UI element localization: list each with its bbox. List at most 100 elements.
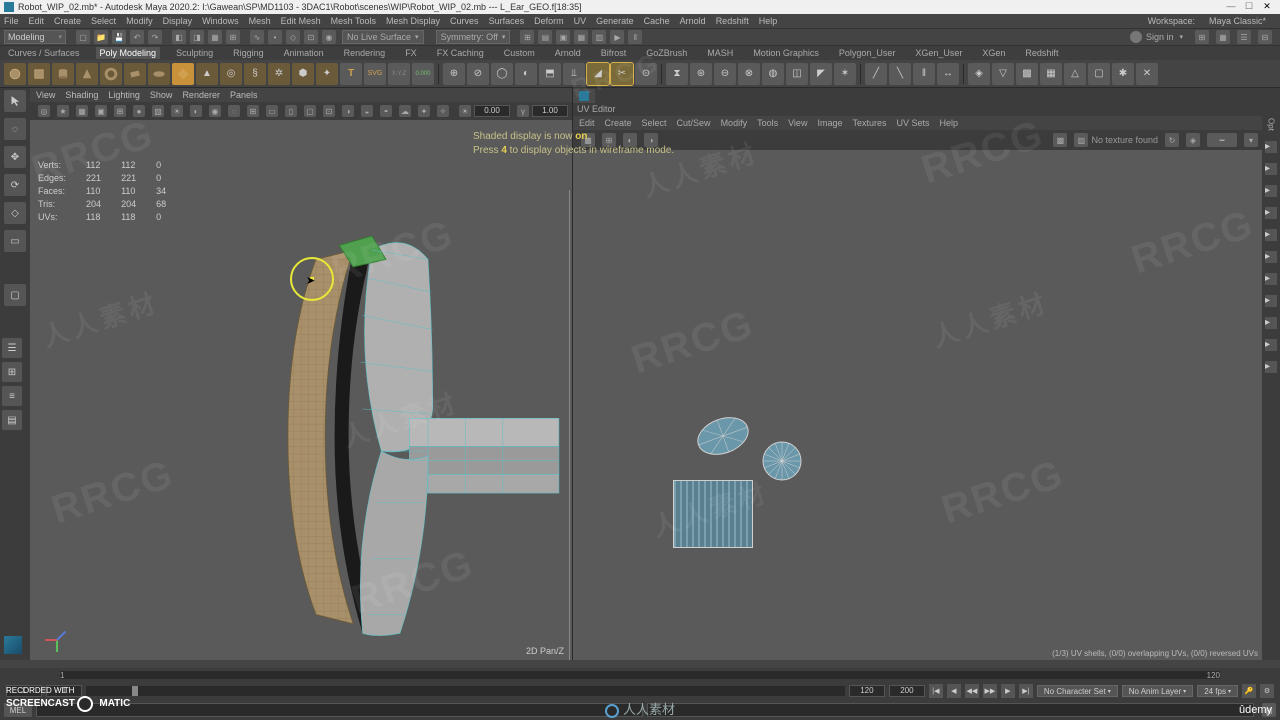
menu-mesh-display[interactable]: Mesh Display xyxy=(386,16,440,26)
layout-icon-2[interactable]: ▦ xyxy=(1216,30,1230,44)
vp-msaa-icon[interactable]: ◒ xyxy=(361,105,373,117)
menu-generate[interactable]: Generate xyxy=(596,16,634,26)
append-icon[interactable]: ◫ xyxy=(786,63,808,85)
shelf-tab-xgen[interactable]: XGen xyxy=(978,47,1009,59)
crease-icon[interactable]: ◈ xyxy=(968,63,990,85)
symmetry-dropdown[interactable]: Symmetry: Off xyxy=(436,30,511,44)
triangulate-icon[interactable]: △ xyxy=(1064,63,1086,85)
open-scene-icon[interactable]: 📁 xyxy=(94,30,108,44)
reduce-icon[interactable]: ▽ xyxy=(992,63,1014,85)
poly-superellipse-icon[interactable]: ✦ xyxy=(316,63,338,85)
minimize-button[interactable]: — xyxy=(1222,1,1240,13)
uv-shell-rect[interactable] xyxy=(673,480,753,548)
play-icon[interactable]: ▶ xyxy=(610,30,624,44)
uv-shell-ellipse[interactable] xyxy=(695,416,751,456)
charset-dropdown[interactable]: No Character Set xyxy=(1037,685,1118,697)
wedge-icon[interactable]: ◤ xyxy=(810,63,832,85)
bevel-icon[interactable]: ◢ xyxy=(587,63,609,85)
uv-dropdown-icon[interactable]: ▾ xyxy=(1244,133,1258,147)
combine-icon[interactable]: ⊕ xyxy=(443,63,465,85)
shelf-tab-sculpting[interactable]: Sculpting xyxy=(172,47,217,59)
uv-bake-icon[interactable]: ◈ xyxy=(1186,133,1200,147)
last-tool-icon[interactable]: ▭ xyxy=(4,230,26,252)
poly-cylinder-icon[interactable] xyxy=(52,63,74,85)
boolean-icon[interactable]: ◐ xyxy=(515,63,537,85)
menu-windows[interactable]: Windows xyxy=(202,16,239,26)
vp-texture-icon[interactable]: ▨ xyxy=(152,105,164,117)
remesh-icon[interactable]: ▩ xyxy=(1016,63,1038,85)
poly-pipe-icon[interactable]: ◎ xyxy=(220,63,242,85)
shelf-tab-polygonuser[interactable]: Polygon_User xyxy=(835,47,900,59)
rt-icon-8[interactable]: ▸ xyxy=(1265,295,1277,307)
extrude-icon[interactable]: ⬒ xyxy=(539,63,561,85)
shelf-tab-rendering[interactable]: Rendering xyxy=(340,47,390,59)
layout-single-icon[interactable]: ▢ xyxy=(4,284,26,306)
prefs-button[interactable]: ⚙ xyxy=(1260,684,1274,698)
snap-view-icon[interactable]: ⊡ xyxy=(304,30,318,44)
vp-fog-icon[interactable]: ☁ xyxy=(399,105,411,117)
shelf-tab-rigging[interactable]: Rigging xyxy=(229,47,268,59)
snap-plane-icon[interactable]: ◇ xyxy=(286,30,300,44)
shelf-tab-mash[interactable]: MASH xyxy=(703,47,737,59)
layout-list-icon[interactable]: ≡ xyxy=(2,386,22,406)
rt-icon-11[interactable]: ▸ xyxy=(1265,361,1277,373)
animlayer-dropdown[interactable]: No Anim Layer xyxy=(1122,685,1193,697)
uv-menu-help[interactable]: Help xyxy=(940,118,959,128)
shelf-tab-curves[interactable]: Curves / Surfaces xyxy=(4,47,84,59)
vp-ortho-icon[interactable]: ▦ xyxy=(76,105,88,117)
undo-icon[interactable]: ↶ xyxy=(130,30,144,44)
vp-bookmark-icon[interactable]: ★ xyxy=(57,105,69,117)
vp-xray-icon[interactable]: ◌ xyxy=(228,105,240,117)
vp-menu-lighting[interactable]: Lighting xyxy=(108,90,140,100)
offset-edge-icon[interactable]: ‖ xyxy=(913,63,935,85)
live-surface-dropdown[interactable]: No Live Surface xyxy=(342,30,424,44)
poly-sphere-icon[interactable] xyxy=(4,63,26,85)
rt-icon-10[interactable]: ▸ xyxy=(1265,339,1277,351)
vp-gamma-field[interactable]: 1.00 xyxy=(532,105,568,117)
layout-icon-3[interactable]: ☰ xyxy=(1237,30,1251,44)
menu-deform[interactable]: Deform xyxy=(534,16,564,26)
poly-plane-icon[interactable] xyxy=(124,63,146,85)
quadrangulate-icon[interactable]: ▢ xyxy=(1088,63,1110,85)
range-playend-field[interactable]: 120 xyxy=(849,685,885,697)
shelf-tab-arnold[interactable]: Arnold xyxy=(551,47,585,59)
rt-icon-4[interactable]: ▸ xyxy=(1265,207,1277,219)
xyz-icon[interactable]: X.Y.Z xyxy=(388,63,410,85)
menu-edit-mesh[interactable]: Edit Mesh xyxy=(281,16,321,26)
poly-platonic-icon[interactable] xyxy=(172,63,194,85)
mirror-icon[interactable]: ⧗ xyxy=(666,63,688,85)
uv-canvas[interactable]: (1/3) UV shells, (0/0) overlapping UVs, … xyxy=(573,150,1262,660)
vp-shaded-icon[interactable]: ● xyxy=(133,105,145,117)
vp-persp-icon[interactable]: ▣ xyxy=(95,105,107,117)
separate-icon[interactable]: ⊘ xyxy=(467,63,489,85)
vp-menu-renderer[interactable]: Renderer xyxy=(182,90,220,100)
insert-edge-icon[interactable]: ╲ xyxy=(889,63,911,85)
fill-hole-icon[interactable]: ◍ xyxy=(762,63,784,85)
vp-grid-icon[interactable]: ⊞ xyxy=(247,105,259,117)
pause-icon[interactable]: ‖ xyxy=(628,30,642,44)
uv-menu-uvsets[interactable]: UV Sets xyxy=(896,118,929,128)
menu-cache[interactable]: Cache xyxy=(644,16,670,26)
poke-icon[interactable]: ✶ xyxy=(834,63,856,85)
layout-icon-1[interactable]: ⊞ xyxy=(1195,30,1209,44)
collapse-icon[interactable]: ⊖ xyxy=(714,63,736,85)
rt-icon-7[interactable]: ▸ xyxy=(1265,273,1277,285)
poly-torus-icon[interactable] xyxy=(100,63,122,85)
make-live-icon[interactable]: ◉ xyxy=(322,30,336,44)
construction-history-icon[interactable]: ⊞ xyxy=(520,30,534,44)
vp-menu-shading[interactable]: Shading xyxy=(65,90,98,100)
uv-menu-modify[interactable]: Modify xyxy=(721,118,748,128)
ipr-icon[interactable]: ▦ xyxy=(574,30,588,44)
autokey-button[interactable]: 🔑 xyxy=(1242,684,1256,698)
vp-dof-icon[interactable]: ◓ xyxy=(380,105,392,117)
layout-4view-icon[interactable]: ⊞ xyxy=(2,362,22,382)
uv-reload-icon[interactable]: ↻ xyxy=(1165,133,1179,147)
rt-icon-9[interactable]: ▸ xyxy=(1265,317,1277,329)
uv-menu-edit[interactable]: Edit xyxy=(579,118,595,128)
layout-persp-icon[interactable]: ▤ xyxy=(2,410,22,430)
menu-surfaces[interactable]: Surfaces xyxy=(489,16,525,26)
close-button[interactable]: ✕ xyxy=(1258,1,1276,13)
multicut-icon[interactable]: ✂ xyxy=(611,63,633,85)
uv-menu-cutsew[interactable]: Cut/Sew xyxy=(677,118,711,128)
uv-dim2-icon[interactable]: ▨ xyxy=(1074,133,1088,147)
